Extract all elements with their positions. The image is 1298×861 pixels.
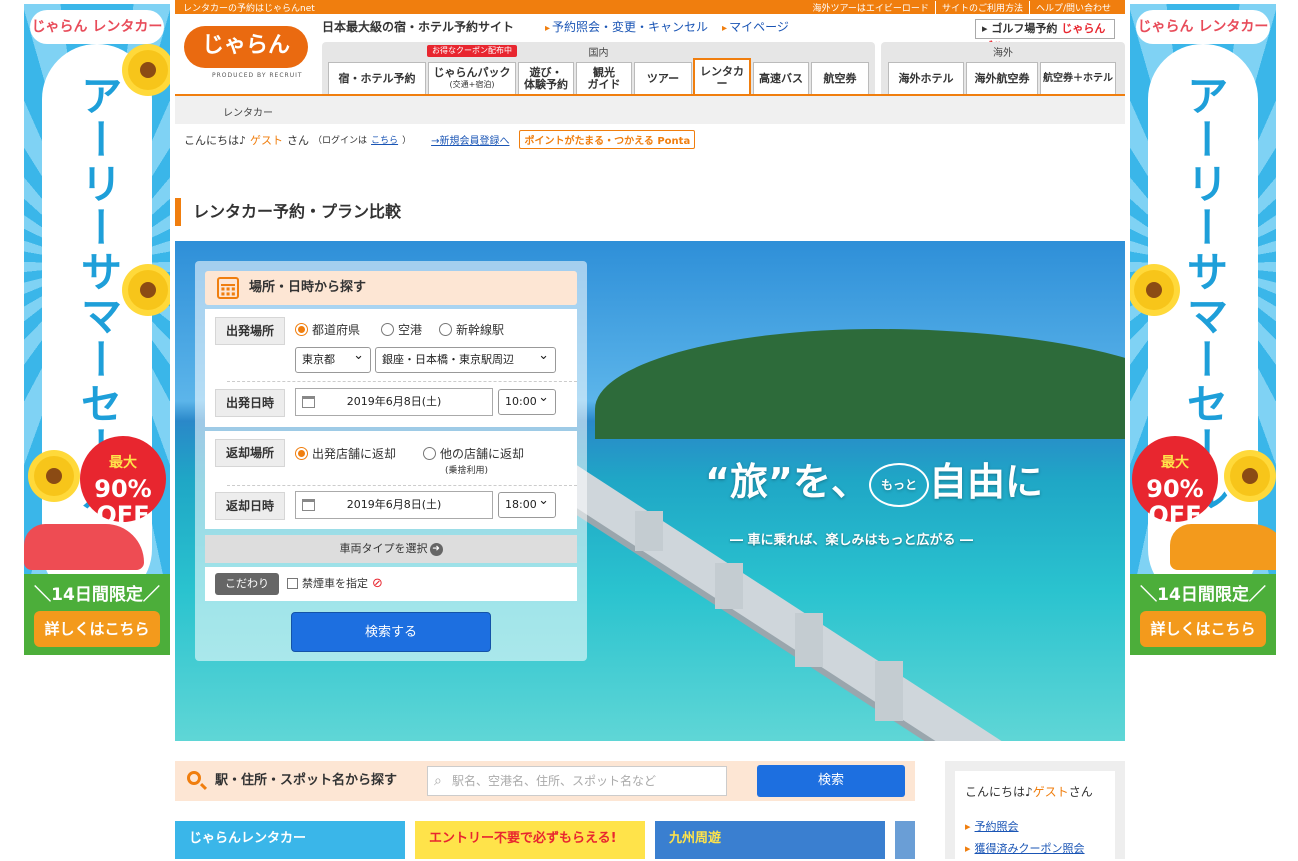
no-smoking-icon: ⊘ xyxy=(372,575,383,591)
bottom-banner-entry[interactable]: エントリー不要で必ずもらえる! xyxy=(415,821,645,859)
calendar-icon xyxy=(217,277,239,299)
tab-overseas-hotel[interactable]: 海外ホテル xyxy=(888,62,964,94)
prefecture-select[interactable]: 東京都 xyxy=(295,344,371,373)
tab-activities[interactable]: 遊び・ 体験予約 xyxy=(518,62,574,94)
radio-shinkansen[interactable]: 新幹線駅 xyxy=(439,321,504,338)
sunflower-icon xyxy=(128,270,168,310)
hero-catchcopy: “旅”を、 もっと 自由に xyxy=(705,451,1043,507)
top-link-howto[interactable]: サイトのご利用方法 xyxy=(934,1,1029,14)
top-link-abroad[interactable]: 海外ツアーはエイビーロード xyxy=(806,1,934,14)
return-note: (乗捨利用) xyxy=(445,466,489,476)
tab-sightseeing[interactable]: 観光 ガイド xyxy=(576,62,632,94)
spot-search-button[interactable]: 検索 xyxy=(757,765,905,797)
bottom-banner-kyushu[interactable]: 九州周遊 xyxy=(655,821,885,859)
area-select[interactable]: 銀座・日本橋・東京駅周辺 xyxy=(375,344,556,373)
calendar-icon xyxy=(302,396,315,408)
tab-overseas-airline[interactable]: 海外航空券 xyxy=(966,62,1038,94)
member-box: こんにちは♪ゲストさん 予約照会 獲得済みクーポン照会 xyxy=(945,761,1125,861)
arrow-right-icon: ➜ xyxy=(429,542,443,556)
hero-subcopy: ― 車に乗れば、楽しみはもっと広がる ― xyxy=(730,533,974,548)
search-icon xyxy=(187,771,201,785)
bridge-pillar xyxy=(715,563,743,609)
bridge-pillar xyxy=(875,661,903,721)
tab-air-hotel[interactable]: 航空券＋ホテル xyxy=(1040,62,1116,94)
reservation-lookup-link[interactable]: 予約照会・変更・キャンセル xyxy=(545,18,708,35)
breadcrumb-current: レンタカー xyxy=(223,108,273,119)
page-title: レンタカー予約・プラン比較 xyxy=(175,198,401,226)
radio-return-other[interactable]: 他の店舗に返却 xyxy=(423,445,524,462)
ad-cta-button[interactable]: 詳しくはこちら xyxy=(1140,611,1266,647)
tab-highway-bus[interactable]: 高速バス xyxy=(753,62,809,94)
return-date-label: 返却日時 xyxy=(215,492,285,520)
car-type-button[interactable]: 車両タイプを選択 ➜ xyxy=(205,535,577,563)
departure-place-label: 出発場所 xyxy=(215,317,285,345)
departure-date-input[interactable]: 2019年6月8日(土) xyxy=(295,388,493,416)
sunflower-icon xyxy=(34,456,74,496)
site-tagline: 日本最大級の宿・ホテル予約サイト xyxy=(322,20,515,34)
radio-airport[interactable]: 空港 xyxy=(381,321,422,338)
search-button[interactable]: 検索する xyxy=(291,612,491,652)
top-bar-title: レンタカーの予約はじゃらんnet xyxy=(183,4,315,14)
bottom-banner-extra[interactable] xyxy=(895,821,915,859)
login-link[interactable]: こちら xyxy=(371,133,398,146)
island-shape xyxy=(595,329,1125,439)
calendar-icon xyxy=(302,499,315,511)
divider xyxy=(227,381,577,382)
divider xyxy=(227,485,577,486)
right-side-ad[interactable]: じゃらん レンタカー アーリーサマーセール 最大 90% OFF ＼14日間限定／ … xyxy=(1130,4,1276,655)
top-link-help[interactable]: ヘルプ/問い合わせ xyxy=(1028,1,1117,14)
ad-logo: じゃらん レンタカー xyxy=(30,10,164,44)
car-icon xyxy=(1170,524,1276,570)
left-side-ad[interactable]: じゃらん レンタカー アーリーサマーセール 最大 90% OFF ＼14日間限定／ … xyxy=(24,4,170,655)
tab-jalan-pack[interactable]: じゃらんパック (交通+宿泊) xyxy=(428,62,516,94)
ad-cta-button[interactable]: 詳しくはこちら xyxy=(34,611,160,647)
sunflower-icon xyxy=(1230,456,1270,496)
ad-discount-badge: 最大 90% OFF xyxy=(80,436,166,528)
breadcrumb: レンタカー xyxy=(175,96,1125,124)
spot-search-label: 駅・住所・スポット名から探す xyxy=(215,773,398,788)
top-bar: レンタカーの予約はじゃらんnet 海外ツアーはエイビーロード サイトのご利用方法… xyxy=(175,0,1125,14)
ad-discount-badge: 最大 90% OFF xyxy=(1132,436,1218,528)
ponta-banner[interactable]: ポイントがたまる・つかえる Ponta xyxy=(519,130,696,149)
return-time-select[interactable]: 18:00 xyxy=(498,489,556,518)
coupon-lookup-link[interactable]: 獲得済みクーポン照会 xyxy=(965,840,1115,856)
return-place-label: 返却場所 xyxy=(215,439,285,467)
return-date-input[interactable]: 2019年6月8日(土) xyxy=(295,491,493,519)
tab-airline[interactable]: 航空券 xyxy=(811,62,869,94)
tab-rentacar[interactable]: レンタカー xyxy=(693,58,751,96)
tab-hotel[interactable]: 宿・ホテル予約 xyxy=(328,62,426,94)
radio-return-same[interactable]: 出発店舗に返却 xyxy=(295,445,396,462)
return-panel: 返却場所 出発店舗に返却 他の店舗に返却 (乗捨利用) 返却日時 2019年6月… xyxy=(205,431,577,529)
kodawari-label: こだわり xyxy=(215,573,279,595)
spot-search-input[interactable]: 駅名、空港名、住所、スポット名など xyxy=(427,766,727,796)
greeting: こんにちは♪ ゲスト さん （ログインは こちら） →新規会員登録へ ポイントがたまる… xyxy=(184,130,696,149)
ad-limit: ＼14日間限定／ 詳しくはこちら xyxy=(24,574,170,655)
bridge-pillar xyxy=(795,613,823,667)
car-icon xyxy=(24,524,144,570)
coupon-badge: お得なクーポン配布中 xyxy=(427,45,517,57)
spot-search-bar: 駅・住所・スポット名から探す 駅名、空港名、住所、スポット名など 検索 xyxy=(175,761,915,801)
register-link[interactable]: →新規会員登録へ xyxy=(431,132,509,147)
mypage-link[interactable]: マイページ xyxy=(722,18,789,35)
nonsmoking-checkbox[interactable]: 禁煙車を指定 ⊘ xyxy=(287,575,383,591)
jalan-logo[interactable]: じゃらん xyxy=(184,26,308,68)
search-form: 場所・日時から探す 出発場所 都道府県 空港 新幹線駅 東京都 銀座・日本橋・東… xyxy=(195,261,587,661)
tab-tour[interactable]: ツアー xyxy=(634,62,692,94)
golf-reserve-link[interactable]: ▸ ゴルフ場予約じゃらんゴルフ xyxy=(975,19,1115,53)
ad-limit: ＼14日間限定／ 詳しくはこちら xyxy=(1130,574,1276,655)
departure-time-select[interactable]: 10:00 xyxy=(498,386,556,415)
radio-prefecture[interactable]: 都道府県 xyxy=(295,321,360,338)
logo-subtitle: PRODUCED BY RECRUIT xyxy=(212,72,303,79)
bottom-banner-rentacar[interactable]: じゃらんレンタカー xyxy=(175,821,405,859)
ad-logo: じゃらん レンタカー xyxy=(1136,10,1270,44)
form-header: 場所・日時から探す xyxy=(205,271,577,305)
reservation-lookup-link[interactable]: 予約照会 xyxy=(965,818,1115,834)
sunflower-icon xyxy=(128,50,168,90)
header-links: 予約照会・変更・キャンセル マイページ xyxy=(545,18,789,35)
sunflower-icon xyxy=(1134,270,1174,310)
departure-panel: 出発場所 都道府県 空港 新幹線駅 東京都 銀座・日本橋・東京駅周辺 出発日時 … xyxy=(205,309,577,427)
bridge-pillar xyxy=(635,511,663,551)
departure-date-label: 出発日時 xyxy=(215,389,285,417)
